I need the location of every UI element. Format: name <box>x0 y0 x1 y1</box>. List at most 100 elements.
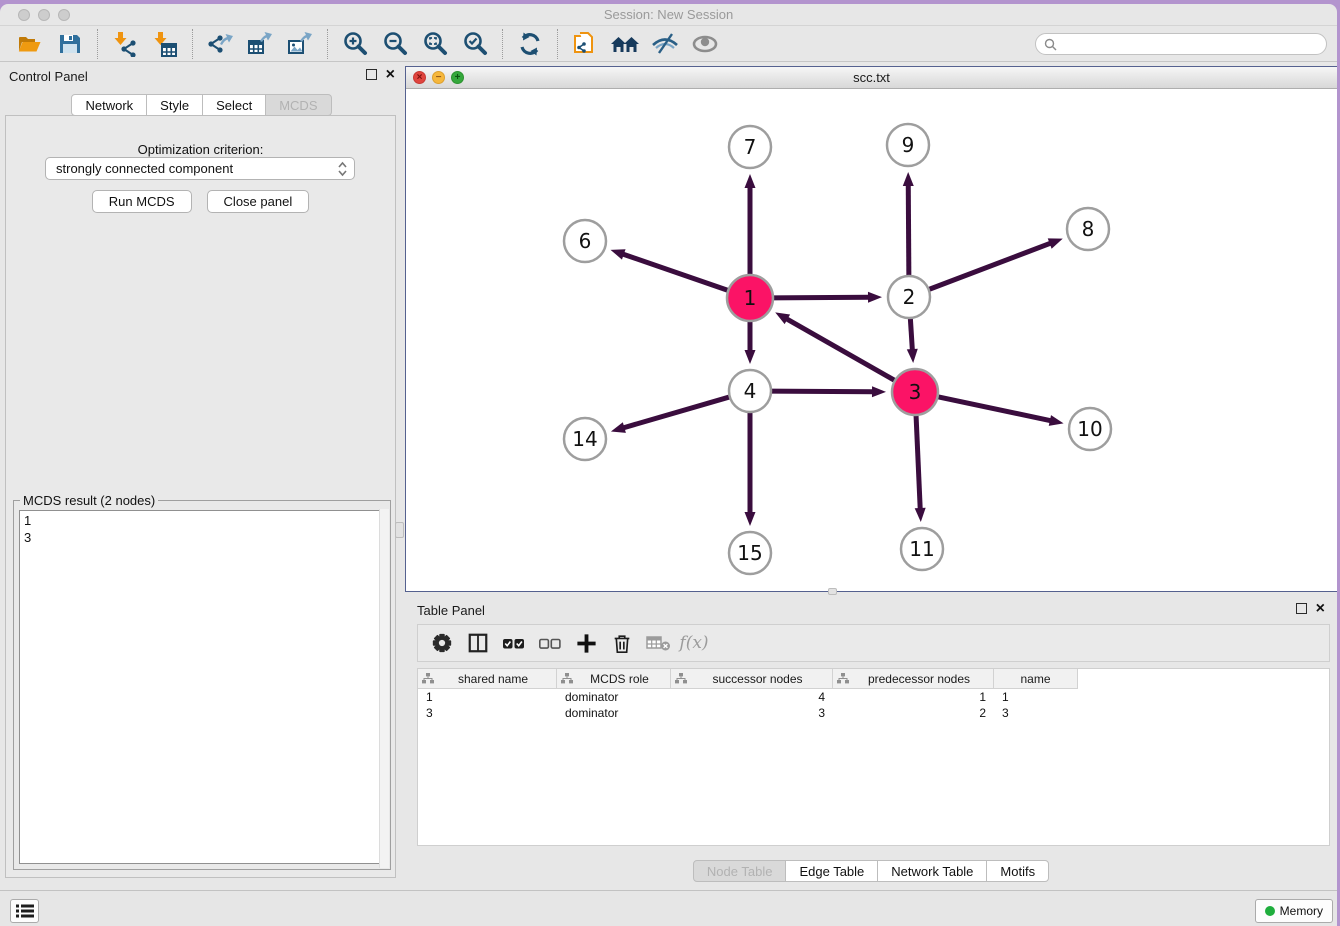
network-view-window: × − + scc.txt 7968124314101511 <box>405 66 1337 592</box>
float-panel-icon[interactable] <box>366 69 377 80</box>
maximize-window-button[interactable] <box>58 9 70 21</box>
close-view-button[interactable]: × <box>413 71 426 84</box>
edge-1-2[interactable] <box>771 297 870 298</box>
close-table-panel-icon[interactable]: × <box>1316 603 1325 614</box>
sort-tree-icon <box>422 673 434 684</box>
cell-MCDS-role[interactable]: dominator <box>557 689 671 705</box>
function-builder-button[interactable]: f(x) <box>678 628 710 658</box>
tab-select[interactable]: Select <box>203 94 266 116</box>
edge-4-14[interactable] <box>622 396 731 428</box>
window-title: Session: New Session <box>0 4 1337 26</box>
save-session-button[interactable] <box>50 29 90 59</box>
table-settings-button[interactable] <box>426 628 458 658</box>
control-panel-tabs: NetworkStyleSelectMCDS <box>0 94 403 116</box>
graph-node-label-15: 15 <box>737 541 762 565</box>
cell-predecessor-nodes[interactable]: 1 <box>833 689 994 705</box>
edge-3-1[interactable] <box>786 318 897 381</box>
result-scrollbar[interactable] <box>379 509 389 868</box>
delete-column-button[interactable] <box>606 628 638 658</box>
edge-3-10[interactable] <box>936 396 1052 421</box>
run-mcds-button[interactable]: Run MCDS <box>92 190 192 213</box>
zoom-selected-button[interactable] <box>455 29 495 59</box>
delete-table-icon <box>646 633 671 653</box>
add-column-button[interactable] <box>570 628 602 658</box>
edge-3-11[interactable] <box>916 413 920 510</box>
float-table-panel-icon[interactable] <box>1296 603 1307 614</box>
zoom-in-button[interactable] <box>335 29 375 59</box>
window-controls[interactable] <box>18 9 70 21</box>
vertical-splitter-grip[interactable] <box>395 522 404 538</box>
gear-icon <box>431 632 453 654</box>
cell-shared-name[interactable]: 1 <box>418 689 557 705</box>
cell-name[interactable]: 3 <box>994 705 1078 721</box>
column-header-MCDS-role[interactable]: MCDS role <box>557 669 671 689</box>
horizontal-splitter-grip[interactable] <box>828 588 837 595</box>
table-panel-tabs: Node TableEdge TableNetwork TableMotifs <box>405 860 1337 882</box>
minimize-view-button[interactable]: − <box>432 71 445 84</box>
tab-node-table[interactable]: Node Table <box>693 860 787 882</box>
edge-2-8[interactable] <box>927 243 1052 290</box>
cell-shared-name[interactable]: 3 <box>418 705 557 721</box>
tab-edge-table[interactable]: Edge Table <box>786 860 878 882</box>
close-panel-icon[interactable]: × <box>386 69 395 80</box>
tab-style[interactable]: Style <box>147 94 203 116</box>
toolbar-separator <box>557 29 558 59</box>
search-input[interactable] <box>1062 37 1318 51</box>
export-table-button[interactable] <box>240 29 280 59</box>
search-box[interactable] <box>1035 33 1327 55</box>
cell-successor-nodes[interactable]: 3 <box>671 705 833 721</box>
network-window-titlebar[interactable]: × − + scc.txt <box>406 67 1337 89</box>
tab-mcds[interactable]: MCDS <box>266 94 331 116</box>
home-layout-button[interactable] <box>605 29 645 59</box>
application-window: Session: New Session Control Panel <box>0 4 1337 926</box>
maximize-view-button[interactable]: + <box>451 71 464 84</box>
criterion-dropdown[interactable]: strongly connected component <box>45 157 355 180</box>
edge-1-6[interactable] <box>622 254 730 291</box>
memory-button[interactable]: Memory <box>1255 899 1333 923</box>
tab-network[interactable]: Network <box>71 94 147 116</box>
cell-name[interactable]: 1 <box>994 689 1078 705</box>
control-panel-title: Control Panel <box>9 69 88 84</box>
zoom-out-button[interactable] <box>375 29 415 59</box>
network-graph[interactable]: 7968124314101511 <box>406 89 1337 591</box>
unchecked-boxes-icon <box>538 632 562 654</box>
column-header-predecessor-nodes[interactable]: predecessor nodes <box>833 669 994 689</box>
tab-network-table[interactable]: Network Table <box>878 860 987 882</box>
task-history-button[interactable] <box>10 899 39 923</box>
hide-panels-button[interactable] <box>645 29 685 59</box>
export-network-button[interactable] <box>200 29 240 59</box>
table-row[interactable]: 3dominator323 <box>418 705 1329 721</box>
edge-2-3[interactable] <box>910 316 912 351</box>
import-table-button[interactable] <box>145 29 185 59</box>
delete-table-button[interactable] <box>642 628 674 658</box>
table-row[interactable]: 1dominator411 <box>418 689 1329 705</box>
title-bar: Session: New Session <box>0 4 1337 26</box>
deselect-all-button[interactable] <box>534 628 566 658</box>
mcds-panel: Optimization criterion: strongly connect… <box>5 115 396 878</box>
table-panel-title: Table Panel <box>417 603 485 618</box>
edge-4-3[interactable] <box>769 391 874 392</box>
zoom-fit-button[interactable] <box>415 29 455 59</box>
close-window-button[interactable] <box>18 9 30 21</box>
column-header-successor-nodes[interactable]: successor nodes <box>671 669 833 689</box>
open-folder-icon <box>17 31 43 57</box>
mcds-result-text[interactable]: 1 3 <box>19 510 385 864</box>
split-panel-button[interactable] <box>462 628 494 658</box>
minimize-window-button[interactable] <box>38 9 50 21</box>
copy-network-button[interactable] <box>565 29 605 59</box>
close-panel-button[interactable]: Close panel <box>207 190 310 213</box>
cell-MCDS-role[interactable]: dominator <box>557 705 671 721</box>
column-header-name[interactable]: name <box>994 669 1078 689</box>
open-session-button[interactable] <box>10 29 50 59</box>
import-network-button[interactable] <box>105 29 145 59</box>
export-image-button[interactable] <box>280 29 320 59</box>
refresh-button[interactable] <box>510 29 550 59</box>
cell-successor-nodes[interactable]: 4 <box>671 689 833 705</box>
select-all-button[interactable] <box>498 628 530 658</box>
edge-2-9[interactable] <box>908 184 909 278</box>
column-header-shared-name[interactable]: shared name <box>418 669 557 689</box>
tab-motifs[interactable]: Motifs <box>987 860 1049 882</box>
show-panels-button[interactable] <box>685 29 725 59</box>
graph-node-label-1: 1 <box>744 286 757 310</box>
cell-predecessor-nodes[interactable]: 2 <box>833 705 994 721</box>
